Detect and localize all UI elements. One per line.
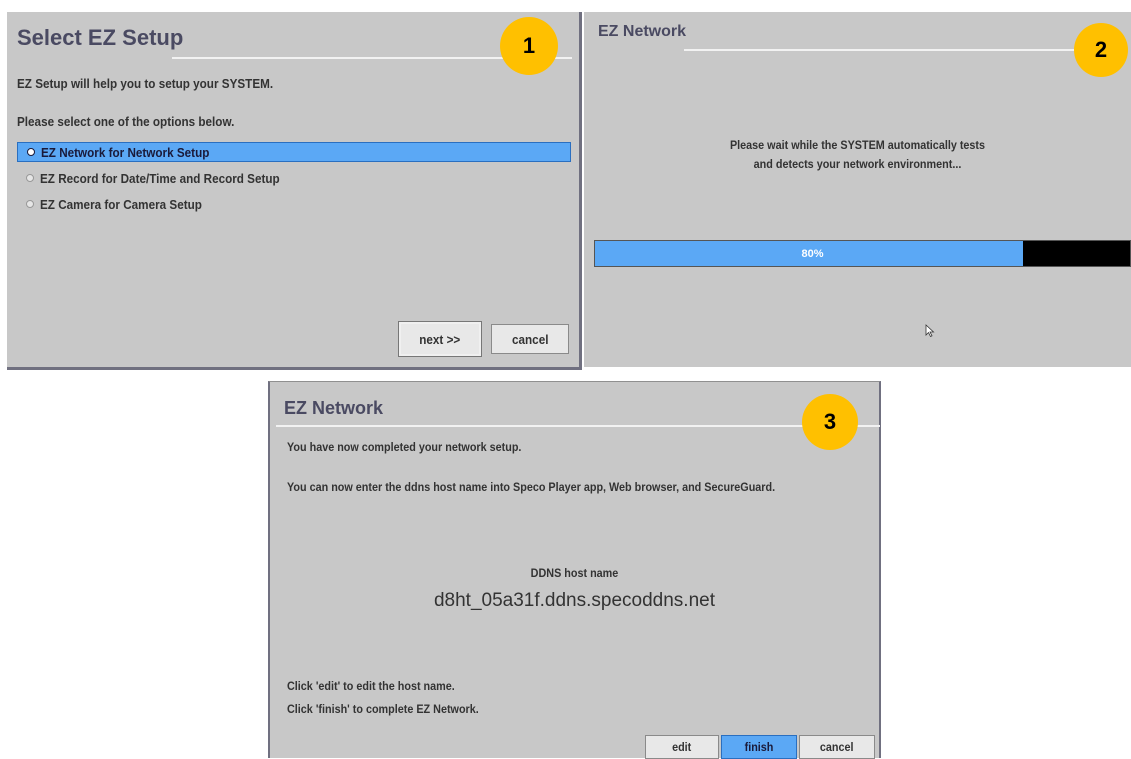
ddns-host-value: d8ht_05a31f.ddns.specoddns.net bbox=[433, 590, 715, 611]
option-ez-record[interactable]: EZ Record for Date/Time and Record Setup bbox=[17, 168, 571, 188]
complete-text: You have now completed your network setu… bbox=[287, 440, 522, 454]
page-title: EZ Network bbox=[284, 398, 384, 418]
title-divider bbox=[684, 49, 1084, 51]
instruction-text: You can now enter the ddns host name int… bbox=[287, 480, 776, 494]
prompt-text: Please select one of the options below. bbox=[17, 114, 235, 129]
progress-bar: 80% bbox=[594, 240, 1131, 267]
title-divider bbox=[276, 425, 880, 427]
step-badge: 3 bbox=[802, 394, 858, 450]
edit-hint: Click 'edit' to edit the host name. bbox=[287, 679, 455, 693]
finish-hint: Click 'finish' to complete EZ Network. bbox=[287, 702, 479, 716]
mouse-cursor-icon bbox=[925, 324, 935, 338]
step-badge: 1 bbox=[500, 17, 558, 75]
page-title: Select EZ Setup bbox=[17, 25, 184, 50]
cancel-button[interactable]: cancel bbox=[799, 735, 875, 759]
radio-unselected-icon[interactable] bbox=[26, 174, 34, 182]
edit-button[interactable]: edit bbox=[645, 735, 719, 759]
option-ez-camera[interactable]: EZ Camera for Camera Setup bbox=[17, 194, 571, 214]
radio-selected-icon[interactable] bbox=[27, 148, 35, 156]
wait-message-line1: Please wait while the SYSTEM automatical… bbox=[729, 138, 986, 152]
wait-message-line2: and detects your network environment... bbox=[753, 157, 962, 171]
option-label: EZ Network for Network Setup bbox=[41, 144, 210, 160]
progress-label: 80% bbox=[801, 247, 824, 260]
cancel-button[interactable]: cancel bbox=[491, 324, 569, 354]
finish-button[interactable]: finish bbox=[721, 735, 797, 759]
next-button[interactable]: next >> bbox=[398, 321, 482, 357]
ez-network-progress-panel: EZ Network Please wait while the SYSTEM … bbox=[584, 12, 1131, 367]
ez-network-complete-panel: EZ Network You have now completed your n… bbox=[268, 381, 881, 759]
select-ez-setup-panel: Select EZ Setup EZ Setup will help you t… bbox=[7, 12, 582, 370]
option-label: EZ Record for Date/Time and Record Setup bbox=[40, 170, 280, 186]
intro-text: EZ Setup will help you to setup your SYS… bbox=[17, 76, 274, 91]
page-title: EZ Network bbox=[598, 23, 687, 40]
option-ez-network[interactable]: EZ Network for Network Setup bbox=[17, 142, 571, 162]
step-badge: 2 bbox=[1074, 23, 1128, 77]
ddns-host-label: DDNS host name bbox=[530, 566, 619, 580]
radio-unselected-icon[interactable] bbox=[26, 200, 34, 208]
option-label: EZ Camera for Camera Setup bbox=[40, 196, 202, 212]
